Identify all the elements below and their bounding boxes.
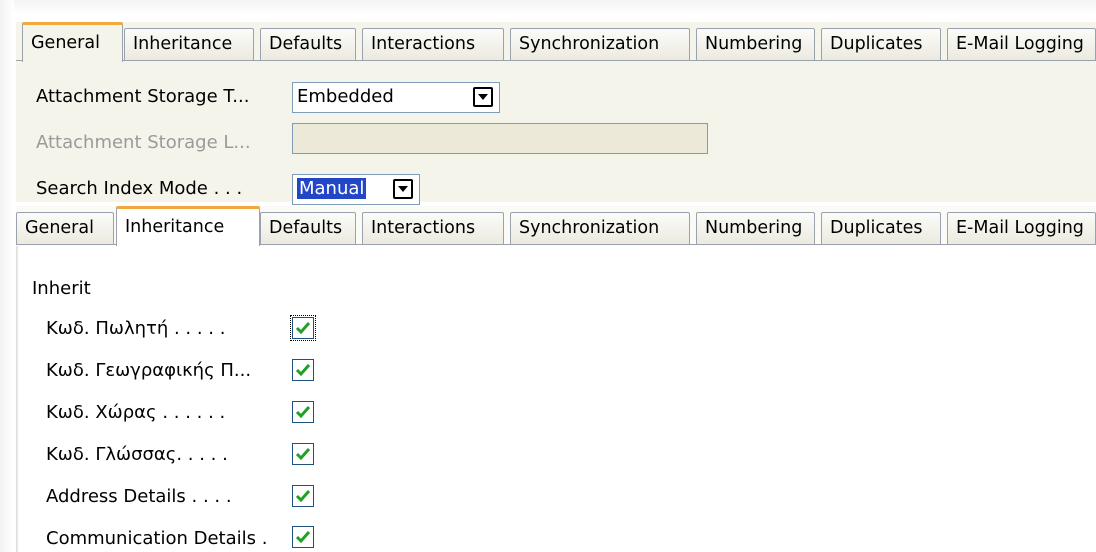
bottom-tab-strip: General Inheritance Defaults Interaction… — [16, 206, 1096, 246]
inherit-salesperson-code-label: Κωδ. Πωλητή . . . . . — [46, 318, 226, 339]
top-tab-email-logging[interactable]: E-Mail Logging — [947, 28, 1096, 60]
top-tab-numbering[interactable]: Numbering — [696, 28, 815, 60]
checkmark-icon — [295, 448, 311, 461]
inherit-address-details-label: Address Details . . . . — [46, 486, 232, 507]
bottom-tab-synchronization[interactable]: Synchronization — [510, 212, 690, 244]
top-tab-inheritance[interactable]: Inheritance — [124, 28, 254, 60]
bottom-tab-defaults[interactable]: Defaults — [260, 212, 356, 244]
attachment-storage-type-value: Embedded — [297, 86, 394, 107]
search-index-mode-combo[interactable]: Manual — [292, 174, 420, 205]
inherit-communication-details-label: Communication Details . — [46, 528, 268, 549]
inherit-territory-code-checkbox[interactable] — [292, 359, 314, 381]
checkmark-icon — [295, 322, 311, 335]
attachment-storage-type-combo[interactable]: Embedded — [292, 82, 500, 113]
bottom-tab-inheritance[interactable]: Inheritance — [116, 206, 260, 246]
top-tab-interactions[interactable]: Interactions — [362, 28, 504, 60]
bottom-tab-interactions[interactable]: Interactions — [362, 212, 504, 244]
inherit-country-code-label: Κωδ. Χώρας . . . . . . — [46, 402, 226, 423]
top-tab-duplicates[interactable]: Duplicates — [821, 28, 941, 60]
inherit-salesperson-code-checkbox[interactable] — [290, 315, 316, 341]
attachment-storage-location-field — [292, 123, 708, 154]
chevron-down-icon[interactable] — [393, 179, 413, 199]
bottom-tab-numbering[interactable]: Numbering — [696, 212, 815, 244]
bottom-tab-general[interactable]: General — [16, 212, 114, 244]
inherit-language-code-checkbox[interactable] — [292, 443, 314, 465]
panel-left-edge — [16, 246, 19, 552]
checkmark-icon — [295, 490, 311, 503]
bottom-tab-duplicates[interactable]: Duplicates — [821, 212, 941, 244]
top-tab-baseline — [16, 60, 1096, 61]
inherit-group-label: Inherit — [32, 278, 91, 299]
inherit-communication-details-checkbox[interactable] — [292, 526, 314, 548]
attachment-storage-location-label: Attachment Storage L... — [36, 132, 251, 153]
inherit-language-code-label: Κωδ. Γλώσσας. . . . . — [46, 444, 228, 465]
bottom-settings-panel: General Inheritance Defaults Interaction… — [16, 206, 1096, 552]
top-tab-strip: General Inheritance Defaults Interaction… — [16, 22, 1096, 62]
checkmark-icon — [295, 406, 311, 419]
inherit-territory-code-label: Κωδ. Γεωγραφικής Π... — [46, 360, 252, 381]
background-top-shade — [0, 0, 1096, 14]
top-tab-synchronization[interactable]: Synchronization — [510, 28, 690, 60]
checkmark-icon — [295, 364, 311, 377]
top-settings-panel: General Inheritance Defaults Interaction… — [16, 22, 1096, 205]
inherit-country-code-checkbox[interactable] — [292, 401, 314, 423]
attachment-storage-type-label: Attachment Storage T... — [36, 86, 250, 107]
bottom-tab-email-logging[interactable]: E-Mail Logging — [947, 212, 1096, 244]
inherit-address-details-checkbox[interactable] — [292, 485, 314, 507]
chevron-down-icon[interactable] — [473, 87, 493, 107]
checkmark-icon — [295, 531, 311, 544]
search-index-mode-label: Search Index Mode . . . — [36, 178, 243, 199]
top-tab-general[interactable]: General — [22, 22, 123, 62]
search-index-mode-value: Manual — [297, 178, 367, 199]
background-left-shade — [0, 0, 14, 552]
top-tab-defaults[interactable]: Defaults — [260, 28, 356, 60]
